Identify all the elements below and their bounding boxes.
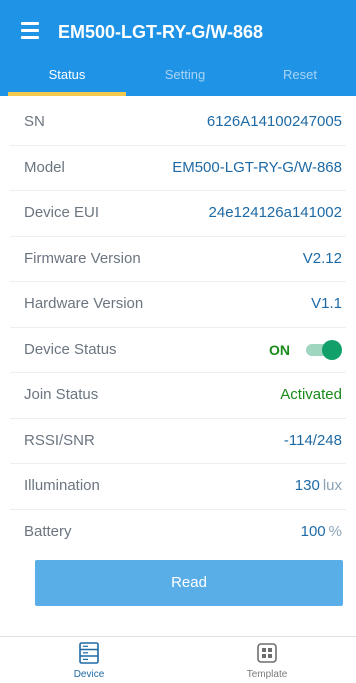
read-button[interactable]: Read — [35, 560, 343, 606]
row-join-status: Join Status Activated — [10, 373, 346, 419]
row-illumination: Illumination 130 lux — [10, 464, 346, 510]
app-header: EM500-LGT-RY-G/W-868 Status Setting Rese… — [0, 0, 356, 96]
device-status-label: Device Status — [24, 340, 117, 358]
tab-setting[interactable]: Setting — [126, 60, 244, 96]
nav-device[interactable]: Device — [0, 637, 178, 683]
nav-template-label: Template — [246, 669, 288, 680]
nav-device-label: Device — [73, 669, 105, 680]
tab-reset[interactable]: Reset — [244, 60, 356, 96]
battery-unit: % — [328, 522, 342, 540]
toggle-knob — [322, 339, 342, 360]
join-status-label: Join Status — [24, 386, 99, 403]
device-status-value: ON — [269, 341, 290, 358]
illumination-value: 130 — [294, 477, 320, 494]
row-battery: Battery 100% — [10, 510, 346, 555]
row-model: Model EM500-LGT-RY-G/W-868 — [10, 146, 346, 191]
hardware-version-label: Hardware Version — [24, 295, 144, 312]
battery-value-wrap: 100% — [301, 510, 342, 554]
hamburger-menu-icon[interactable] — [18, 20, 44, 42]
page-title: EM500-LGT-RY-G/W-868 — [58, 22, 264, 42]
row-rssi-snr: RSSI/SNR -114/248 — [10, 419, 346, 464]
firmware-version-label: Firmware Version — [24, 249, 141, 267]
illumination-label: Illumination — [24, 477, 100, 494]
row-sn: SN 6126A14100247005 — [10, 100, 346, 146]
row-hardware-version: Hardware Version V1.1 — [10, 282, 346, 328]
hardware-version-value: V1.1 — [311, 295, 342, 312]
illumination-value-wrap: 130 lux — [295, 464, 342, 508]
firmware-version-value: V2.12 — [302, 249, 342, 267]
sn-value: 6126A14100247005 — [206, 113, 342, 130]
battery-label: Battery — [24, 522, 72, 540]
rssi-snr-label: RSSI/SNR — [24, 431, 95, 449]
tab-status[interactable]: Status — [8, 60, 126, 96]
model-value: EM500-LGT-RY-G/W-868 — [172, 158, 342, 176]
illumination-unit: lux — [322, 477, 342, 494]
device-icon — [79, 642, 99, 664]
row-device-eui: Device EUI 24e124126a141002 — [10, 191, 346, 237]
device-status-toggle[interactable] — [306, 339, 342, 360]
battery-value: 100 — [300, 522, 326, 540]
row-firmware-version: Firmware Version V2.12 — [10, 237, 346, 282]
template-icon — [257, 643, 277, 663]
rssi-snr-value: -114/248 — [283, 431, 342, 449]
device-info-list: SN 6126A14100247005 Model EM500-LGT-RY-G… — [0, 100, 356, 554]
join-status-value: Activated — [280, 386, 342, 403]
device-eui-label: Device EUI — [24, 204, 100, 221]
bottom-navigation: Device Template — [0, 636, 356, 683]
nav-template[interactable]: Template — [178, 637, 356, 683]
device-eui-value: 24e124126a141002 — [208, 204, 342, 221]
row-device-status: Device Status ON — [10, 328, 346, 373]
tab-bar: Status Setting Reset — [0, 60, 356, 96]
active-tab-indicator — [8, 92, 126, 96]
sn-label: SN — [24, 113, 45, 130]
model-label: Model — [24, 158, 65, 176]
